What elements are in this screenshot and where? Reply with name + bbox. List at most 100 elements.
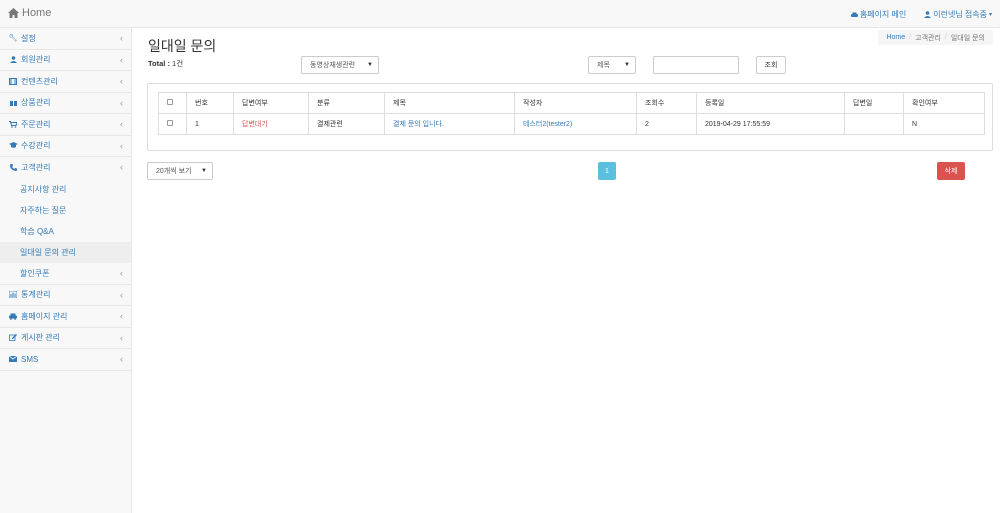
envelope-icon — [8, 356, 18, 363]
header-author: 작성자 — [514, 92, 637, 114]
chevron-left-icon: ‹ — [120, 162, 123, 172]
cell-author-link[interactable]: 테스터2(tester2) — [514, 113, 637, 135]
chevron-left-icon: ‹ — [120, 119, 123, 129]
chevron-left-icon: ‹ — [120, 332, 123, 343]
cell-views: 2 — [636, 113, 697, 135]
page-size-select-value: 20개씩 보기 — [156, 168, 192, 175]
sidebar-item-board[interactable]: 게시판 관리 ‹ — [0, 328, 131, 349]
total-count: Total : 1건 — [148, 58, 183, 69]
chevron-left-icon: ‹ — [120, 54, 123, 65]
header-registered-date: 등록일 — [696, 92, 845, 114]
brand-home-link[interactable]: Home — [8, 7, 51, 19]
sidebar-item-statistics[interactable]: 통계관리 ‹ — [0, 285, 131, 306]
caret-down-icon: ▼ — [367, 62, 373, 68]
sidebar-item-label: SMS — [21, 354, 39, 364]
select-all-checkbox[interactable] — [167, 99, 173, 105]
breadcrumb-separator: / — [944, 34, 947, 41]
cell-category: 결제관련 — [308, 113, 385, 135]
sidebar-item-sms[interactable]: SMS ‹ — [0, 349, 131, 371]
sidebar-item-label: 홈페이지 관리 — [21, 311, 68, 321]
inquiry-table: 번호 답변여부 분류 제목 작성자 조회수 등록일 답변일 확인여부 1 답변대… — [158, 92, 985, 135]
header-number: 번호 — [186, 92, 234, 114]
header-answer-status: 답변여부 — [233, 92, 309, 114]
row-checkbox[interactable] — [167, 120, 173, 126]
search-field-select[interactable]: 제목 ▼ — [588, 56, 636, 74]
table-header-row: 번호 답변여부 분류 제목 작성자 조회수 등록일 답변일 확인여부 — [158, 92, 985, 114]
sidebar-subitem-coupons[interactable]: 할인쿠폰 ‹ — [0, 263, 131, 284]
homepage-main-link[interactable]: 홈페이지 메인 — [850, 9, 907, 20]
category-select-value: 동영상재생관련 — [310, 62, 356, 69]
wrench-icon: 🔧︎ — [8, 35, 18, 43]
top-navbar: Home 홈페이지 메인 이런넷님 접속중 ▾ — [0, 0, 1000, 28]
caret-down-icon: ▾ — [988, 12, 992, 18]
cart-icon — [8, 120, 18, 128]
sidebar-item-homepage[interactable]: 홈페이지 관리 ‹ — [0, 306, 131, 328]
sidebar-item-label: 통계관리 — [21, 290, 51, 300]
pagination-page-1[interactable]: 1 — [598, 162, 616, 180]
cell-title-link[interactable]: 결제 문의 입니다. — [384, 113, 515, 135]
sidebar-item-label: 주문관리 — [21, 119, 51, 129]
total-value: 1건 — [172, 59, 184, 68]
sidebar: 🔧︎ 설정 ‹ 회원관리 ‹ 컨텐츠관리 ‹ 상품관리 ‹ 주문관리 ‹ 수강관 — [0, 28, 132, 513]
breadcrumb-home-link[interactable]: Home — [886, 34, 905, 41]
sidebar-item-products[interactable]: 상품관리 ‹ — [0, 93, 131, 114]
chevron-left-icon: ‹ — [120, 140, 123, 151]
main-content: 일대일 문의 Home / 고객관리 / 일대일 문의 Total : 1건 동… — [133, 28, 1000, 513]
chevron-left-icon: ‹ — [120, 33, 123, 43]
header-confirmed: 확인여부 — [903, 92, 985, 114]
car-icon — [850, 12, 858, 17]
sidebar-subitem-faq[interactable]: 자주하는 질문 — [0, 200, 131, 221]
breadcrumb-parent[interactable]: 고객관리 — [915, 33, 941, 43]
inquiry-table-panel: 번호 답변여부 분류 제목 작성자 조회수 등록일 답변일 확인여부 1 답변대… — [147, 83, 993, 151]
delete-button[interactable]: 삭제 — [937, 162, 965, 180]
search-input[interactable] — [653, 56, 739, 74]
caret-down-icon: ▼ — [201, 168, 207, 174]
category-select[interactable]: 동영상재생관련 ▼ — [301, 56, 379, 74]
total-label: Total : — [148, 59, 170, 68]
sidebar-item-members[interactable]: 회원관리 ‹ — [0, 50, 131, 71]
sidebar-item-label: 회원관리 — [21, 55, 51, 65]
sidebar-subitem-one-to-one[interactable]: 일대일 문의 관리 — [0, 241, 131, 263]
graduation-cap-icon — [8, 142, 18, 149]
table-row: 1 답변대기 결제관련 결제 문의 입니다. 테스터2(tester2) 2 2… — [158, 113, 985, 135]
cell-registered-date: 2019-04-29 17:55:59 — [696, 113, 845, 135]
home-icon — [8, 8, 19, 18]
header-category: 분류 — [308, 92, 385, 114]
customers-submenu: 공지사항 관리 자주하는 질문 학습 Q&A 일대일 문의 관리 할인쿠폰 ‹ — [0, 179, 131, 285]
user-menu-label: 이런넷님 접속중 — [933, 10, 987, 19]
user-icon — [8, 56, 18, 64]
phone-icon — [8, 164, 18, 172]
sidebar-subitem-learning-qa[interactable]: 학습 Q&A — [0, 221, 131, 242]
page-size-select[interactable]: 20개씩 보기 ▼ — [147, 162, 213, 180]
sidebar-item-customers[interactable]: 고객관리 ‹ — [0, 157, 131, 179]
sidebar-item-courses[interactable]: 수강관리 ‹ — [0, 136, 131, 157]
car-icon — [8, 313, 18, 320]
homepage-main-label: 홈페이지 메인 — [859, 10, 907, 19]
user-menu-dropdown[interactable]: 이런넷님 접속중 ▾ — [924, 9, 992, 20]
sidebar-subitem-label: 일대일 문의 관리 — [20, 247, 76, 257]
sidebar-subitem-label: 학습 Q&A — [20, 226, 54, 236]
cell-number: 1 — [186, 113, 234, 135]
breadcrumb-current: 일대일 문의 — [950, 34, 985, 42]
sidebar-item-label: 컨텐츠관리 — [21, 76, 58, 86]
sidebar-item-label: 수강관리 — [21, 141, 51, 151]
sidebar-item-settings[interactable]: 🔧︎ 설정 ‹ — [0, 28, 131, 50]
search-button[interactable]: 조회 — [756, 56, 786, 74]
user-icon — [924, 11, 932, 18]
sidebar-subitem-notices[interactable]: 공지사항 관리 — [0, 179, 131, 200]
bar-chart-icon — [8, 291, 18, 299]
sidebar-subitem-label: 자주하는 질문 — [20, 205, 67, 215]
film-icon — [8, 77, 18, 85]
chevron-left-icon: ‹ — [120, 289, 123, 300]
header-views: 조회수 — [636, 92, 697, 114]
chevron-left-icon: ‹ — [120, 97, 123, 108]
cell-confirmed: N — [903, 113, 985, 135]
brand-label: Home — [22, 7, 52, 19]
sidebar-subitem-label: 할인쿠폰 — [20, 268, 50, 278]
edit-icon — [8, 334, 18, 342]
sidebar-item-orders[interactable]: 주문관리 ‹ — [0, 114, 131, 136]
header-checkbox-cell — [158, 92, 187, 114]
sidebar-item-contents[interactable]: 컨텐츠관리 ‹ — [0, 71, 131, 93]
sidebar-subitem-label: 공지사항 관리 — [20, 184, 67, 194]
breadcrumb: Home / 고객관리 / 일대일 문의 — [878, 30, 993, 45]
